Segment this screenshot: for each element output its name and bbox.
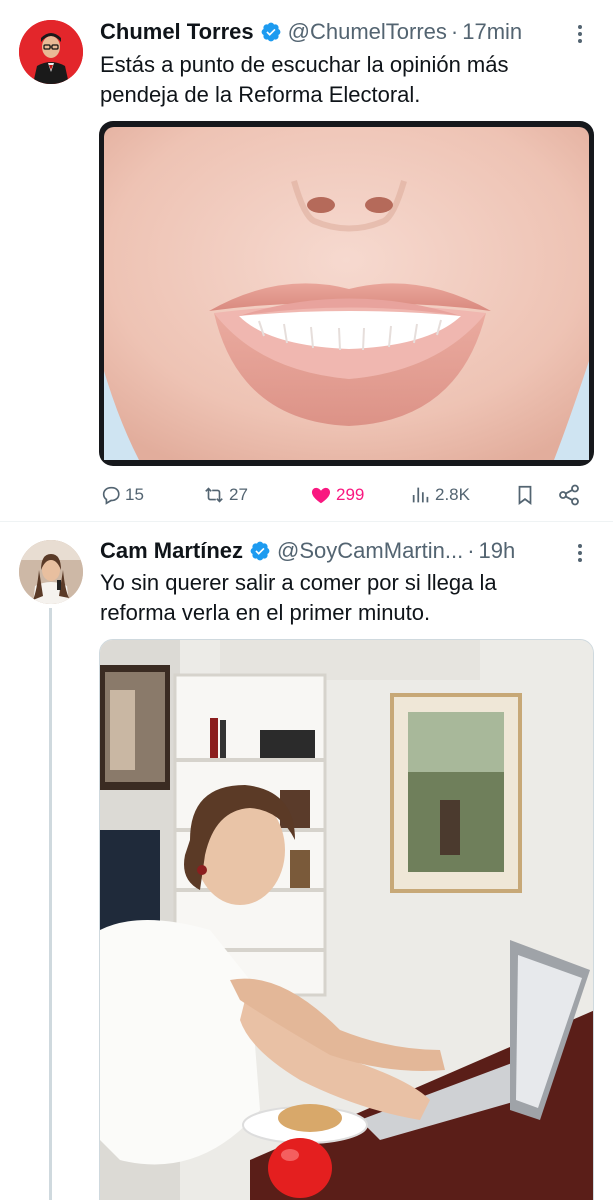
verified-badge-icon [250,541,270,561]
tweet-text: Yo sin querer salir a comer por si llega… [100,568,590,628]
reply-count: 15 [125,485,144,504]
tweet-text-line: pendeja de la Reforma Electoral. [100,82,421,107]
avatar[interactable] [19,20,83,84]
tweet-text-line: Estás a punto de escuchar la opinión más [100,52,509,77]
more-options-icon[interactable] [570,22,590,46]
timestamp[interactable]: 17min [462,19,522,45]
tweet-media-image[interactable] [99,121,594,466]
share-icon [559,484,579,506]
avatar-image [19,540,83,604]
repost-count: 27 [229,485,248,504]
separator: · [467,538,475,563]
woman-at-laptop-office-photo [100,640,593,1200]
like-count: 299 [336,485,365,504]
views-count: 2.8K [435,485,470,504]
views-icon [412,487,429,503]
reply-button[interactable]: 15 [100,478,144,512]
author-name[interactable]: Cam Martínez [100,538,243,564]
tweet-actions: 15 27 299 2.8K [0,478,613,512]
repost-button[interactable]: 27 [202,478,248,512]
avatar-image [19,20,83,84]
reply-icon [102,486,120,505]
bookmark-icon [518,485,532,505]
separator: · [450,19,459,44]
bookmark-button[interactable] [514,478,536,512]
timestamp[interactable]: 19h [479,538,516,564]
tweet-header: Chumel Torres @ChumelTorres · 17min [100,18,522,46]
heart-icon [311,487,331,504]
smiling-mouth-image [104,127,589,460]
author-handle[interactable]: @SoyCamMartin... [277,538,463,564]
tweet-header: Cam Martínez @SoyCamMartin... · 19h [100,537,515,565]
author-name[interactable]: Chumel Torres [100,19,254,45]
author-handle[interactable]: @ChumelTorres [288,19,447,45]
tweet-media-image[interactable] [99,639,594,1200]
like-button[interactable]: 299 [309,478,364,512]
verified-badge-icon [261,22,281,42]
more-options-icon[interactable] [570,541,590,565]
avatar[interactable] [19,540,83,604]
tweet-text-line: Yo sin querer salir a comer por si llega… [100,570,497,595]
tweet-text-line: reforma verla en el primer minuto. [100,600,431,625]
repost-icon [205,487,223,503]
share-button[interactable] [557,478,581,512]
tweet-text: Estás a punto de escuchar la opinión más… [100,50,590,110]
views-button[interactable]: 2.8K [410,478,470,512]
tweet[interactable]: Chumel Torres @ChumelTorres · 17min Está… [0,0,613,522]
